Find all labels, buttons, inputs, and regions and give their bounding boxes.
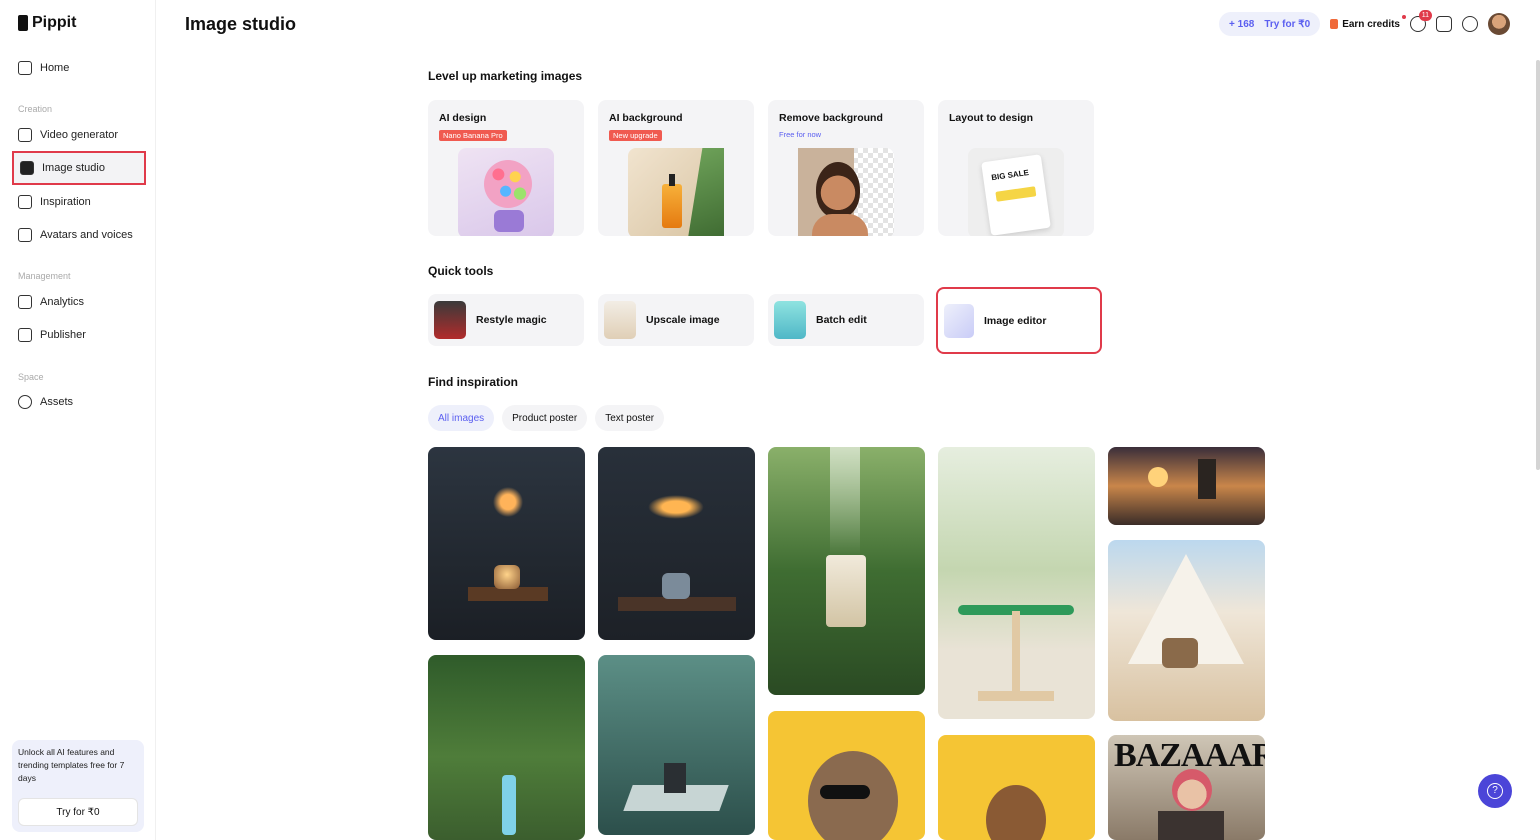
try-free-button[interactable]: Try for ₹0 [18, 798, 138, 826]
card-title: Layout to design [949, 112, 1033, 124]
inspiration-icon [18, 195, 32, 209]
layout-to-design-thumbnail: BIG SALE [968, 148, 1064, 236]
sidebar-item-home[interactable]: Home [12, 52, 146, 84]
sidebar-item-label: Image studio [42, 162, 105, 174]
card-layout-to-design[interactable]: Layout to design BIG SALE [938, 100, 1094, 236]
video-icon [18, 128, 32, 142]
remove-background-thumbnail [798, 148, 894, 236]
assets-icon [18, 395, 32, 409]
language-globe-icon[interactable] [1462, 16, 1478, 32]
sidebar-item-video-generator[interactable]: Video generator [12, 119, 146, 151]
sidebar-item-label: Avatars and voices [40, 229, 133, 241]
image-icon [20, 161, 34, 175]
tool-label: Batch edit [816, 314, 867, 326]
cart-icon[interactable] [1436, 16, 1452, 32]
section-title-marketing: Level up marketing images [428, 69, 583, 83]
notification-dot [1402, 14, 1406, 19]
tool-restyle-magic[interactable]: Restyle magic [428, 294, 584, 346]
restyle-magic-icon [434, 301, 466, 339]
analytics-icon [18, 295, 32, 309]
card-title: Remove background [779, 112, 883, 124]
app-name: Pippit [32, 14, 77, 31]
inspiration-image[interactable] [768, 711, 925, 840]
chip-text-poster[interactable]: Text poster [595, 405, 665, 431]
section-title-quick-tools: Quick tools [428, 264, 494, 278]
sidebar-item-inspiration[interactable]: Inspiration [12, 186, 146, 218]
card-title: AI background [609, 112, 683, 124]
question-icon: ? [1487, 783, 1503, 799]
inspiration-image[interactable] [938, 735, 1095, 840]
card-ai-design[interactable]: AI design Nano Banana Pro [428, 100, 584, 236]
sidebar-section-creation: Creation [18, 104, 53, 114]
sidebar-item-label: Home [40, 62, 70, 74]
sidebar-item-publisher[interactable]: Publisher [12, 319, 146, 351]
batch-edit-icon [774, 301, 806, 339]
sidebar-section-space: Space [18, 372, 44, 382]
sidebar-item-label: Assets [40, 396, 74, 408]
credits-count: + 168 [1229, 18, 1255, 30]
tool-upscale-image[interactable]: Upscale image [598, 294, 754, 346]
inspiration-image[interactable] [938, 447, 1095, 719]
sidebar-item-assets[interactable]: Assets [12, 386, 146, 418]
inspiration-image[interactable]: BAZAAAR [1108, 735, 1265, 840]
sidebar-item-label: Inspiration [40, 196, 91, 208]
home-icon [18, 61, 32, 75]
page-title: Image studio [185, 14, 297, 34]
section-title-inspiration: Find inspiration [428, 375, 518, 389]
card-tag: New upgrade [609, 130, 662, 141]
sidebar-item-image-studio[interactable]: Image studio [12, 151, 146, 185]
card-tag: Nano Banana Pro [439, 130, 507, 141]
scrollbar[interactable] [1536, 60, 1540, 470]
app-logo[interactable]: Pippit [18, 14, 76, 32]
calendar-icon [18, 328, 32, 342]
avatar[interactable] [1488, 13, 1510, 35]
sidebar-item-label: Publisher [40, 329, 86, 341]
bell-icon[interactable]: 11 [1410, 10, 1432, 32]
credits-pill[interactable]: + 168 Try for ₹0 [1219, 12, 1321, 36]
chip-product-poster[interactable]: Product poster [502, 405, 588, 431]
inspiration-image[interactable] [1108, 540, 1265, 721]
sidebar-item-label: Analytics [40, 296, 85, 308]
card-title: AI design [439, 112, 487, 124]
ai-design-thumbnail [458, 148, 554, 236]
inspiration-image[interactable] [1108, 447, 1265, 525]
sidebar: Pippit Home Creation Video generator Ima… [0, 0, 156, 840]
chip-all-images[interactable]: All images [428, 405, 495, 431]
sidebar-item-analytics[interactable]: Analytics [12, 286, 146, 318]
big-sale-text: BIG SALE [990, 168, 1030, 183]
upgrade-promo: Unlock all AI features and trending temp… [12, 740, 144, 832]
tool-image-editor[interactable]: Image editor [936, 287, 1102, 354]
tool-label: Image editor [984, 314, 1047, 327]
inspiration-image[interactable] [428, 655, 585, 840]
try-free-link[interactable]: Try for ₹0 [1264, 19, 1310, 30]
notification-count: 11 [1418, 10, 1432, 21]
tool-label: Upscale image [646, 314, 720, 326]
gift-icon [1330, 19, 1339, 29]
ai-background-thumbnail [628, 148, 724, 236]
earn-credits-button[interactable]: Earn credits [1330, 14, 1406, 30]
tool-batch-edit[interactable]: Batch edit [768, 294, 924, 346]
pippit-logo-icon [18, 15, 28, 31]
help-button[interactable]: ? [1478, 774, 1512, 808]
filter-chips: All images Product poster Text poster [428, 405, 665, 431]
avatar-voice-icon [18, 228, 32, 242]
app-window: Pippit Home Creation Video generator Ima… [0, 0, 1540, 840]
tool-label: Restyle magic [476, 314, 547, 326]
image-editor-icon [944, 303, 974, 338]
inspiration-image[interactable] [428, 447, 585, 640]
promo-text: Unlock all AI features and trending temp… [18, 747, 125, 783]
earn-credits-label: Earn credits [1342, 18, 1400, 30]
sidebar-item-label: Video generator [40, 129, 119, 141]
card-remove-background[interactable]: Remove background Free for now [768, 100, 924, 236]
top-bar: + 168 Try for ₹0 Earn credits 11 [1219, 10, 1510, 36]
inspiration-image[interactable] [768, 447, 925, 695]
card-ai-background[interactable]: AI background New upgrade [598, 100, 754, 236]
card-tag: Free for now [779, 130, 822, 139]
sidebar-section-management: Management [18, 271, 71, 281]
upscale-image-icon [604, 301, 636, 339]
inspiration-image[interactable] [598, 447, 755, 640]
inspiration-image[interactable] [598, 655, 755, 835]
sidebar-item-avatars-voices[interactable]: Avatars and voices [12, 219, 146, 251]
